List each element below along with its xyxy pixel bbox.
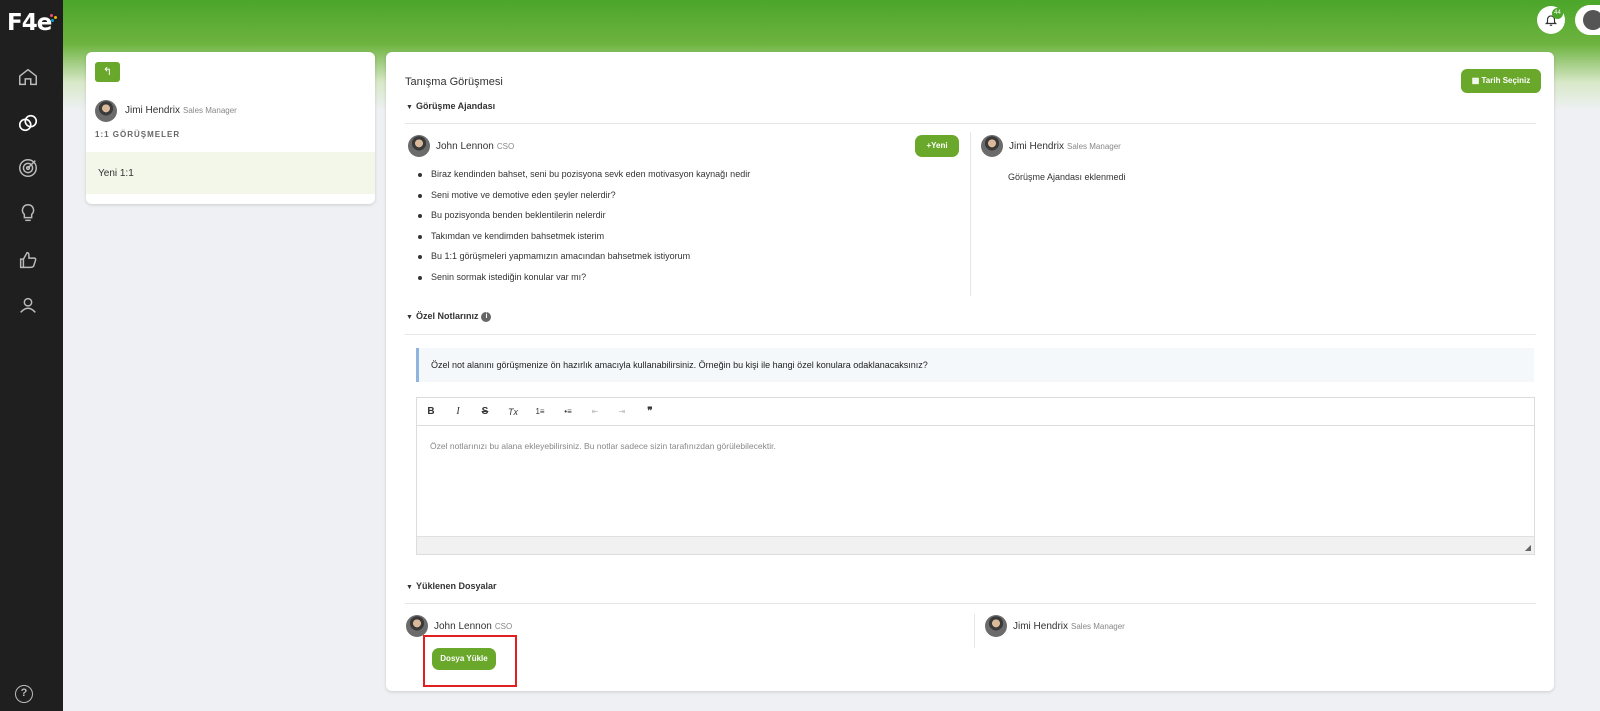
user-name: Jimi Hendrix — [1013, 621, 1069, 632]
caret-down-icon: ▼ — [406, 104, 413, 111]
avatar — [985, 615, 1007, 637]
list-item-label: Yeni 1:1 — [98, 168, 134, 179]
avatar — [408, 135, 430, 157]
user-role: Sales Manager — [1071, 622, 1125, 631]
highlight-box — [423, 635, 517, 687]
column-divider — [970, 132, 971, 296]
list-item: Bu 1:1 görüşmeleri yapmamızın amacından … — [415, 251, 750, 272]
calendar-icon: ▦ — [1471, 76, 1482, 85]
user-name: Jimi Hendrix — [1009, 141, 1065, 152]
clear-format-button[interactable]: Tx — [505, 404, 521, 420]
meetings-list-panel: ↰ Jimi Hendrix Sales Manager 1:1 GÖRÜŞMEL… — [86, 52, 375, 204]
list-item: Seni motive ve demotive eden şeyler nele… — [415, 190, 750, 211]
divider — [405, 123, 1536, 124]
editor-toolbar: B I S Tx 1≡ •≡ ⇤ ⇥ ❞ — [417, 398, 1534, 426]
notes-title: Özel Notlarınız — [415, 311, 479, 321]
files-section-toggle[interactable]: ▼ Yüklenen Dosyalar — [406, 581, 496, 591]
thumbs-up-icon[interactable] — [17, 249, 39, 271]
avatar — [406, 615, 428, 637]
user-name: Jimi Hendrix — [125, 105, 181, 116]
strikethrough-button[interactable]: S — [477, 404, 493, 420]
user-role: Sales Manager — [183, 106, 237, 115]
users-icon[interactable] — [17, 294, 39, 316]
avatar — [981, 135, 1003, 157]
bold-button[interactable]: B — [423, 404, 439, 420]
user-role: CSO — [494, 622, 513, 631]
meeting-detail-panel: Tanışma Görüşmesi ▦ Tarih Seçiniz ▼ Görüş… — [386, 52, 1554, 691]
notes-hint: Özel not alanını görüşmenize ön hazırlık… — [416, 348, 1534, 382]
notification-badge: 44 — [1552, 8, 1563, 19]
italic-button[interactable]: I — [450, 404, 466, 420]
list-item: Biraz kendinden bahset, seni bu pozisyon… — [415, 169, 750, 190]
column-divider — [974, 614, 975, 648]
logo-dots — [50, 14, 58, 22]
notes-hint-text: Özel not alanını görüşmenize ön hazırlık… — [431, 360, 928, 370]
home-icon[interactable] — [17, 66, 39, 88]
help-icon[interactable]: ? — [15, 685, 33, 703]
meetings-icon[interactable] — [17, 112, 39, 134]
resize-handle-icon[interactable]: ◢ — [1525, 543, 1531, 552]
avatar — [95, 100, 117, 122]
notifications-button[interactable]: 44 — [1537, 6, 1565, 34]
section-title: 1:1 GÖRÜŞMELER — [95, 130, 181, 139]
back-button[interactable]: ↰ — [95, 62, 120, 82]
divider — [405, 603, 1536, 604]
select-date-label: Tarih Seçiniz — [1481, 76, 1531, 85]
list-item: Takımdan ve kendimden bahsetmek isterim — [415, 231, 750, 252]
outdent-button[interactable]: ⇤ — [587, 404, 603, 420]
user-role: Sales Manager — [1067, 142, 1121, 151]
add-agenda-item-label: Yeni — [931, 141, 948, 150]
lightbulb-icon[interactable] — [17, 202, 39, 224]
target-icon[interactable] — [17, 157, 39, 179]
notes-section-toggle[interactable]: ▼ Özel Notlarınız i — [406, 311, 492, 322]
sidebar: F4e ? — [0, 0, 63, 711]
divider — [405, 334, 1536, 335]
select-date-button[interactable]: ▦ Tarih Seçiniz — [1461, 69, 1541, 93]
caret-down-icon: ▼ — [406, 314, 413, 321]
info-icon[interactable]: i — [481, 311, 492, 322]
user-role: CSO — [496, 142, 515, 151]
list-item: Bu pozisyonda benden beklentilerin neler… — [415, 210, 750, 231]
caret-down-icon: ▼ — [406, 584, 413, 591]
page-title: Tanışma Görüşmesi — [405, 76, 503, 88]
add-agenda-item-button[interactable]: +Yeni — [915, 135, 959, 157]
avatar — [1583, 10, 1600, 30]
agenda-list: Biraz kendinden bahset, seni bu pozisyon… — [415, 169, 750, 293]
user-name: John Lennon — [436, 141, 494, 152]
user-name: John Lennon — [434, 621, 492, 632]
agenda-section-toggle[interactable]: ▼ Görüşme Ajandası — [406, 101, 495, 111]
files-title: Yüklenen Dosyalar — [415, 581, 497, 591]
list-item: Senin sormak istediğin konular var mı? — [415, 272, 750, 293]
agenda-title: Görüşme Ajandası — [415, 101, 496, 111]
logo-text: F4e — [7, 10, 52, 36]
app-logo[interactable]: F4e — [7, 10, 58, 36]
blockquote-button[interactable]: ❞ — [642, 404, 658, 420]
list-item[interactable]: Yeni 1:1 — [86, 152, 375, 194]
bullet-list-button[interactable]: •≡ — [560, 404, 576, 420]
notes-editor: B I S Tx 1≡ •≡ ⇤ ⇥ ❞ Özel notlarınızı bu… — [416, 397, 1535, 555]
indent-button[interactable]: ⇥ — [614, 404, 630, 420]
editor-statusbar: ◢ — [417, 536, 1534, 554]
empty-agenda-text: Görüşme Ajandası eklenmedi — [1008, 172, 1126, 182]
notes-textarea[interactable]: Özel notlarınızı bu alana ekleyebilirsin… — [430, 441, 776, 451]
ordered-list-button[interactable]: 1≡ — [532, 404, 548, 420]
user-menu-button[interactable]: ▽ — [1575, 5, 1600, 35]
